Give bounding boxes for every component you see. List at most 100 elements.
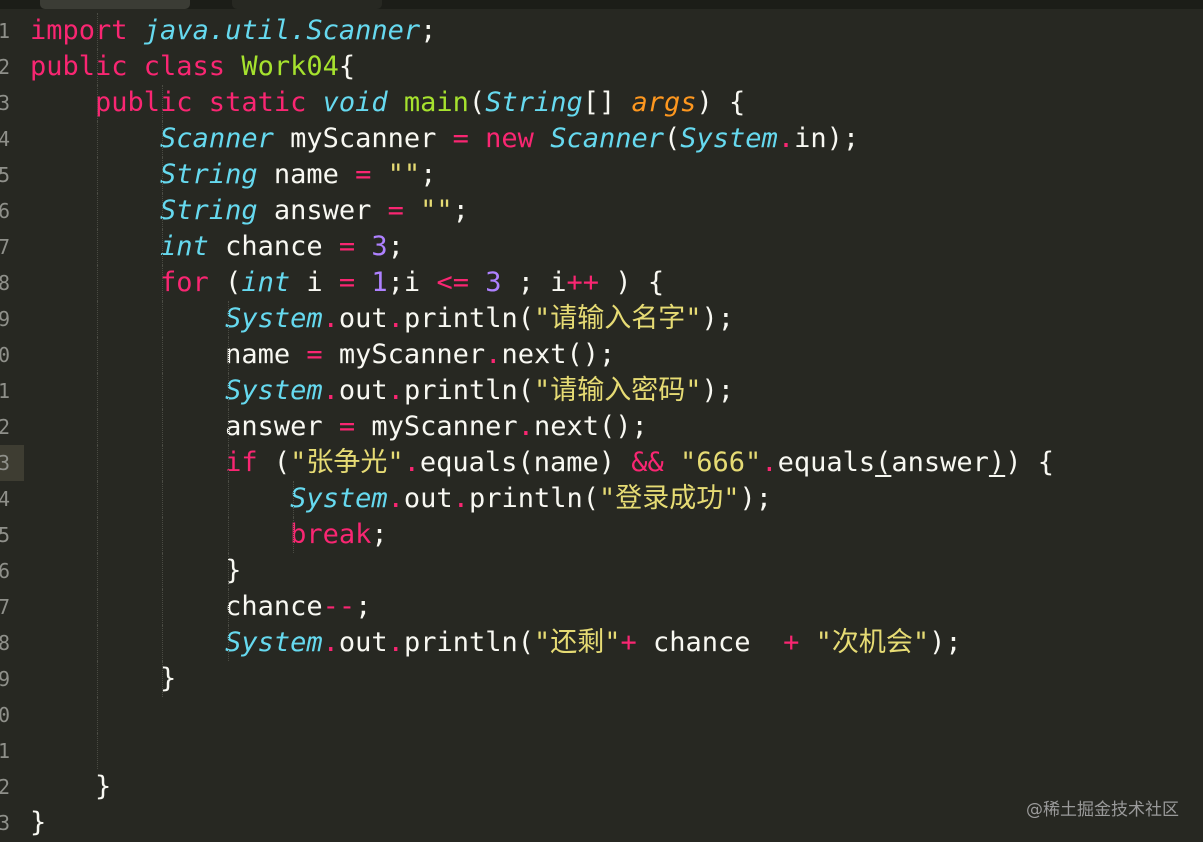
code-token: args (631, 87, 697, 118)
tab-previous[interactable] (40, 0, 190, 9)
code-token: equals(name) (419, 447, 632, 478)
code-line[interactable]: int chance = 3; (30, 229, 1054, 265)
code-area[interactable]: import java.util.Scanner; public class Wo… (30, 13, 1054, 841)
code-token: System (225, 627, 323, 658)
indent-guide (162, 337, 164, 373)
code-token: int (160, 231, 226, 262)
indent-guide (227, 445, 229, 481)
line-number: 3 (0, 451, 10, 475)
code-token: ( (875, 447, 892, 478)
code-token: "张争光" (290, 447, 404, 478)
code-token: answer (891, 447, 989, 478)
code-line[interactable]: chance--; (30, 589, 1054, 625)
code-token: . (452, 483, 469, 514)
code-line[interactable] (30, 697, 1054, 733)
tab-active[interactable] (232, 0, 382, 9)
code-token: "请输入名字" (533, 303, 702, 334)
code-line[interactable]: answer = myScanner.next(); (30, 409, 1054, 445)
indent-guide (227, 409, 229, 445)
indent-guide (227, 481, 229, 517)
code-token: . (517, 411, 534, 442)
code-token: Work04 (241, 51, 339, 82)
code-token: ) { (1005, 447, 1054, 478)
indent-guide (97, 733, 99, 769)
code-line[interactable]: System.out.println("还剩"+ chance + "次机会")… (30, 625, 1054, 661)
code-token: = (338, 231, 372, 262)
code-token: main (403, 87, 469, 118)
indent-guide (227, 589, 229, 625)
code-line[interactable]: String answer = ""; (30, 193, 1054, 229)
code-token: break (290, 519, 372, 550)
code-token: Scanner (160, 123, 291, 154)
indent-guide (162, 481, 164, 517)
code-line[interactable]: name = myScanner.next(); (30, 337, 1054, 373)
code-token: ; (420, 159, 437, 190)
watermark: @稀土掘金技术社区 (1026, 800, 1179, 820)
indent-guide (162, 373, 164, 409)
indent-guide (162, 409, 164, 445)
indent-guide (97, 337, 99, 373)
code-token: answer (30, 411, 339, 442)
code-token: "请输入密码" (533, 375, 702, 406)
indent-guide (162, 121, 164, 157)
line-number: 2 (0, 55, 10, 79)
code-token: { (338, 51, 356, 82)
code-line[interactable]: import java.util.Scanner; (30, 13, 1054, 49)
code-line[interactable] (30, 733, 1054, 769)
code-token: ); (929, 627, 962, 658)
line-number-gutter: 1 2 3 4 5 6 7 8 9 0 1 2 3 4 5 6 7 8 9 0 1 2 3 (0, 9, 24, 842)
code-token: import (30, 15, 144, 46)
code-line[interactable]: Scanner myScanner = new Scanner(System.i… (30, 121, 1054, 157)
indent-guide (97, 661, 99, 697)
code-line[interactable]: break; (30, 517, 1054, 553)
indent-guide (162, 301, 164, 337)
code-token: myScanner (338, 339, 486, 370)
code-line[interactable]: public static void main(String[] args) { (30, 85, 1054, 121)
code-token: ; (387, 231, 404, 262)
code-token: 3 (371, 231, 388, 262)
code-token: = (355, 159, 388, 190)
code-token: System (225, 375, 323, 406)
code-line[interactable]: System.out.println("请输入密码"); (30, 373, 1054, 409)
line-number: 1 (0, 739, 10, 763)
code-line[interactable]: } (30, 805, 1054, 841)
code-token: . (387, 375, 404, 406)
code-line[interactable]: public class Work04{ (30, 49, 1054, 85)
code-line[interactable]: } (30, 769, 1054, 805)
code-token: . (387, 303, 404, 334)
code-token: . (322, 303, 339, 334)
code-editor[interactable]: 1 2 3 4 5 6 7 8 9 0 1 2 3 4 5 6 7 8 9 0 1 2 3 import java.util… (0, 9, 1203, 842)
code-token: public class (30, 51, 242, 82)
indent-guide (227, 373, 229, 409)
code-token: . (322, 627, 339, 658)
code-line[interactable]: if ("张争光".equals(name) && "666".equals(a… (30, 445, 1054, 481)
code-line[interactable]: } (30, 661, 1054, 697)
line-number: 6 (0, 199, 10, 223)
code-token: . (387, 483, 404, 514)
code-token: name (273, 159, 356, 190)
code-token: println( (468, 483, 599, 514)
indent-guide (162, 85, 164, 121)
line-number: 4 (0, 127, 10, 151)
code-token: ); (701, 303, 735, 334)
code-token: = (306, 339, 339, 370)
indent-guide (97, 13, 99, 49)
code-token: } (30, 555, 242, 586)
indent-guide (162, 157, 164, 193)
code-line[interactable]: String name = ""; (30, 157, 1054, 193)
code-line[interactable]: } (30, 553, 1054, 589)
code-token: . (403, 447, 420, 478)
indent-guide (97, 517, 99, 553)
indent-guide (227, 301, 229, 337)
code-token: ( (468, 87, 486, 118)
code-line[interactable]: System.out.println("请输入名字"); (30, 301, 1054, 337)
indent-guide (97, 265, 99, 301)
code-token: ) (988, 447, 1006, 478)
code-line[interactable]: for (int i = 1;i <= 3 ; i++ ) { (30, 265, 1054, 301)
code-token: String (485, 87, 583, 118)
indent-guide (97, 553, 99, 589)
code-line[interactable]: System.out.println("登录成功"); (30, 481, 1054, 517)
